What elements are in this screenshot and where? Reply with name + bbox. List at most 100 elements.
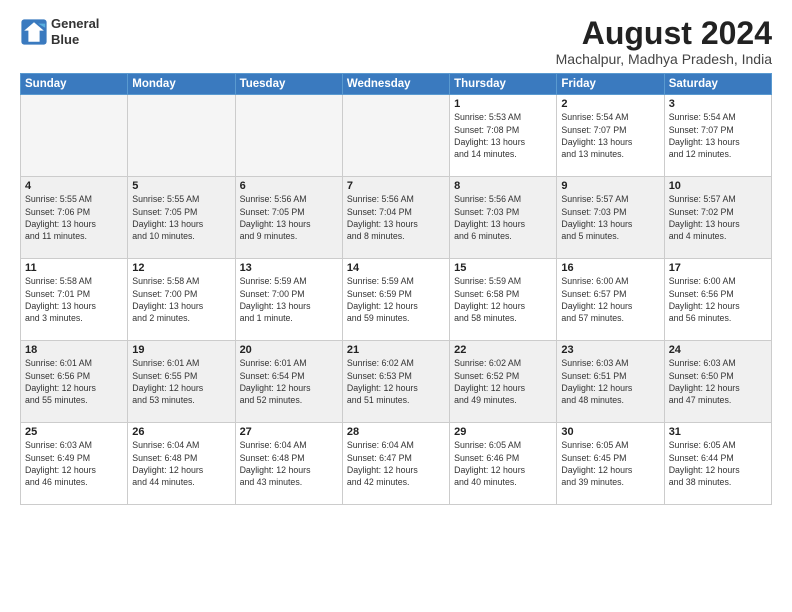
page: General Blue August 2024 Machalpur, Madh… <box>0 0 792 612</box>
weekday-header: Tuesday <box>235 74 342 95</box>
calendar-cell <box>235 95 342 177</box>
day-number: 6 <box>240 180 338 192</box>
day-number: 1 <box>454 98 552 110</box>
calendar-cell <box>128 95 235 177</box>
weekday-header: Wednesday <box>342 74 449 95</box>
header: General Blue August 2024 Machalpur, Madh… <box>20 16 772 67</box>
calendar-cell: 2Sunrise: 5:54 AM Sunset: 7:07 PM Daylig… <box>557 95 664 177</box>
day-number: 26 <box>132 426 230 438</box>
day-number: 21 <box>347 344 445 356</box>
calendar-cell: 22Sunrise: 6:02 AM Sunset: 6:52 PM Dayli… <box>450 341 557 423</box>
calendar-week-row: 11Sunrise: 5:58 AM Sunset: 7:01 PM Dayli… <box>21 259 772 341</box>
day-number: 12 <box>132 262 230 274</box>
day-info: Sunrise: 6:04 AM Sunset: 6:48 PM Dayligh… <box>240 439 338 488</box>
day-info: Sunrise: 6:05 AM Sunset: 6:46 PM Dayligh… <box>454 439 552 488</box>
day-number: 8 <box>454 180 552 192</box>
calendar-week-row: 18Sunrise: 6:01 AM Sunset: 6:56 PM Dayli… <box>21 341 772 423</box>
weekday-header: Sunday <box>21 74 128 95</box>
calendar-cell: 26Sunrise: 6:04 AM Sunset: 6:48 PM Dayli… <box>128 423 235 505</box>
day-info: Sunrise: 6:03 AM Sunset: 6:49 PM Dayligh… <box>25 439 123 488</box>
title-block: August 2024 Machalpur, Madhya Pradesh, I… <box>556 16 772 67</box>
day-info: Sunrise: 6:03 AM Sunset: 6:51 PM Dayligh… <box>561 357 659 406</box>
day-info: Sunrise: 5:56 AM Sunset: 7:04 PM Dayligh… <box>347 193 445 242</box>
day-info: Sunrise: 6:03 AM Sunset: 6:50 PM Dayligh… <box>669 357 767 406</box>
day-info: Sunrise: 6:05 AM Sunset: 6:44 PM Dayligh… <box>669 439 767 488</box>
day-number: 23 <box>561 344 659 356</box>
calendar-cell: 13Sunrise: 5:59 AM Sunset: 7:00 PM Dayli… <box>235 259 342 341</box>
day-number: 17 <box>669 262 767 274</box>
day-info: Sunrise: 6:01 AM Sunset: 6:55 PM Dayligh… <box>132 357 230 406</box>
day-number: 10 <box>669 180 767 192</box>
calendar-cell: 25Sunrise: 6:03 AM Sunset: 6:49 PM Dayli… <box>21 423 128 505</box>
calendar-week-row: 4Sunrise: 5:55 AM Sunset: 7:06 PM Daylig… <box>21 177 772 259</box>
day-number: 30 <box>561 426 659 438</box>
day-info: Sunrise: 5:58 AM Sunset: 7:00 PM Dayligh… <box>132 275 230 324</box>
weekday-header: Monday <box>128 74 235 95</box>
day-info: Sunrise: 6:05 AM Sunset: 6:45 PM Dayligh… <box>561 439 659 488</box>
calendar-table: SundayMondayTuesdayWednesdayThursdayFrid… <box>20 73 772 505</box>
calendar-cell: 20Sunrise: 6:01 AM Sunset: 6:54 PM Dayli… <box>235 341 342 423</box>
day-info: Sunrise: 6:02 AM Sunset: 6:52 PM Dayligh… <box>454 357 552 406</box>
day-info: Sunrise: 6:01 AM Sunset: 6:56 PM Dayligh… <box>25 357 123 406</box>
day-info: Sunrise: 5:56 AM Sunset: 7:05 PM Dayligh… <box>240 193 338 242</box>
day-number: 24 <box>669 344 767 356</box>
calendar-week-row: 1Sunrise: 5:53 AM Sunset: 7:08 PM Daylig… <box>21 95 772 177</box>
calendar-cell: 5Sunrise: 5:55 AM Sunset: 7:05 PM Daylig… <box>128 177 235 259</box>
calendar-week-row: 25Sunrise: 6:03 AM Sunset: 6:49 PM Dayli… <box>21 423 772 505</box>
calendar-cell: 6Sunrise: 5:56 AM Sunset: 7:05 PM Daylig… <box>235 177 342 259</box>
day-info: Sunrise: 5:55 AM Sunset: 7:05 PM Dayligh… <box>132 193 230 242</box>
day-number: 20 <box>240 344 338 356</box>
calendar-cell: 23Sunrise: 6:03 AM Sunset: 6:51 PM Dayli… <box>557 341 664 423</box>
day-number: 19 <box>132 344 230 356</box>
weekday-header-row: SundayMondayTuesdayWednesdayThursdayFrid… <box>21 74 772 95</box>
calendar-cell: 18Sunrise: 6:01 AM Sunset: 6:56 PM Dayli… <box>21 341 128 423</box>
calendar-cell: 4Sunrise: 5:55 AM Sunset: 7:06 PM Daylig… <box>21 177 128 259</box>
day-info: Sunrise: 5:53 AM Sunset: 7:08 PM Dayligh… <box>454 111 552 160</box>
day-number: 16 <box>561 262 659 274</box>
day-number: 29 <box>454 426 552 438</box>
calendar-cell: 3Sunrise: 5:54 AM Sunset: 7:07 PM Daylig… <box>664 95 771 177</box>
day-number: 27 <box>240 426 338 438</box>
day-info: Sunrise: 6:00 AM Sunset: 6:57 PM Dayligh… <box>561 275 659 324</box>
day-number: 7 <box>347 180 445 192</box>
day-info: Sunrise: 5:56 AM Sunset: 7:03 PM Dayligh… <box>454 193 552 242</box>
calendar-cell: 16Sunrise: 6:00 AM Sunset: 6:57 PM Dayli… <box>557 259 664 341</box>
day-number: 4 <box>25 180 123 192</box>
day-number: 18 <box>25 344 123 356</box>
day-number: 5 <box>132 180 230 192</box>
calendar-cell: 31Sunrise: 6:05 AM Sunset: 6:44 PM Dayli… <box>664 423 771 505</box>
calendar-cell: 9Sunrise: 5:57 AM Sunset: 7:03 PM Daylig… <box>557 177 664 259</box>
day-number: 11 <box>25 262 123 274</box>
calendar-cell: 11Sunrise: 5:58 AM Sunset: 7:01 PM Dayli… <box>21 259 128 341</box>
calendar-cell: 14Sunrise: 5:59 AM Sunset: 6:59 PM Dayli… <box>342 259 449 341</box>
calendar-cell: 19Sunrise: 6:01 AM Sunset: 6:55 PM Dayli… <box>128 341 235 423</box>
calendar-cell <box>342 95 449 177</box>
day-info: Sunrise: 5:59 AM Sunset: 6:59 PM Dayligh… <box>347 275 445 324</box>
day-number: 3 <box>669 98 767 110</box>
calendar-cell: 30Sunrise: 6:05 AM Sunset: 6:45 PM Dayli… <box>557 423 664 505</box>
day-info: Sunrise: 5:55 AM Sunset: 7:06 PM Dayligh… <box>25 193 123 242</box>
day-info: Sunrise: 5:54 AM Sunset: 7:07 PM Dayligh… <box>669 111 767 160</box>
day-number: 25 <box>25 426 123 438</box>
day-info: Sunrise: 5:59 AM Sunset: 7:00 PM Dayligh… <box>240 275 338 324</box>
weekday-header: Thursday <box>450 74 557 95</box>
day-number: 22 <box>454 344 552 356</box>
calendar-cell: 1Sunrise: 5:53 AM Sunset: 7:08 PM Daylig… <box>450 95 557 177</box>
calendar-cell: 12Sunrise: 5:58 AM Sunset: 7:00 PM Dayli… <box>128 259 235 341</box>
logo: General Blue <box>20 16 99 47</box>
day-number: 14 <box>347 262 445 274</box>
month-year: August 2024 <box>556 16 772 51</box>
calendar-cell: 24Sunrise: 6:03 AM Sunset: 6:50 PM Dayli… <box>664 341 771 423</box>
calendar-cell: 21Sunrise: 6:02 AM Sunset: 6:53 PM Dayli… <box>342 341 449 423</box>
calendar-cell: 7Sunrise: 5:56 AM Sunset: 7:04 PM Daylig… <box>342 177 449 259</box>
calendar-cell: 27Sunrise: 6:04 AM Sunset: 6:48 PM Dayli… <box>235 423 342 505</box>
day-info: Sunrise: 6:01 AM Sunset: 6:54 PM Dayligh… <box>240 357 338 406</box>
calendar-cell: 15Sunrise: 5:59 AM Sunset: 6:58 PM Dayli… <box>450 259 557 341</box>
day-number: 9 <box>561 180 659 192</box>
logo-text: General Blue <box>51 16 99 47</box>
day-info: Sunrise: 6:02 AM Sunset: 6:53 PM Dayligh… <box>347 357 445 406</box>
weekday-header: Saturday <box>664 74 771 95</box>
weekday-header: Friday <box>557 74 664 95</box>
calendar-cell <box>21 95 128 177</box>
calendar-cell: 29Sunrise: 6:05 AM Sunset: 6:46 PM Dayli… <box>450 423 557 505</box>
